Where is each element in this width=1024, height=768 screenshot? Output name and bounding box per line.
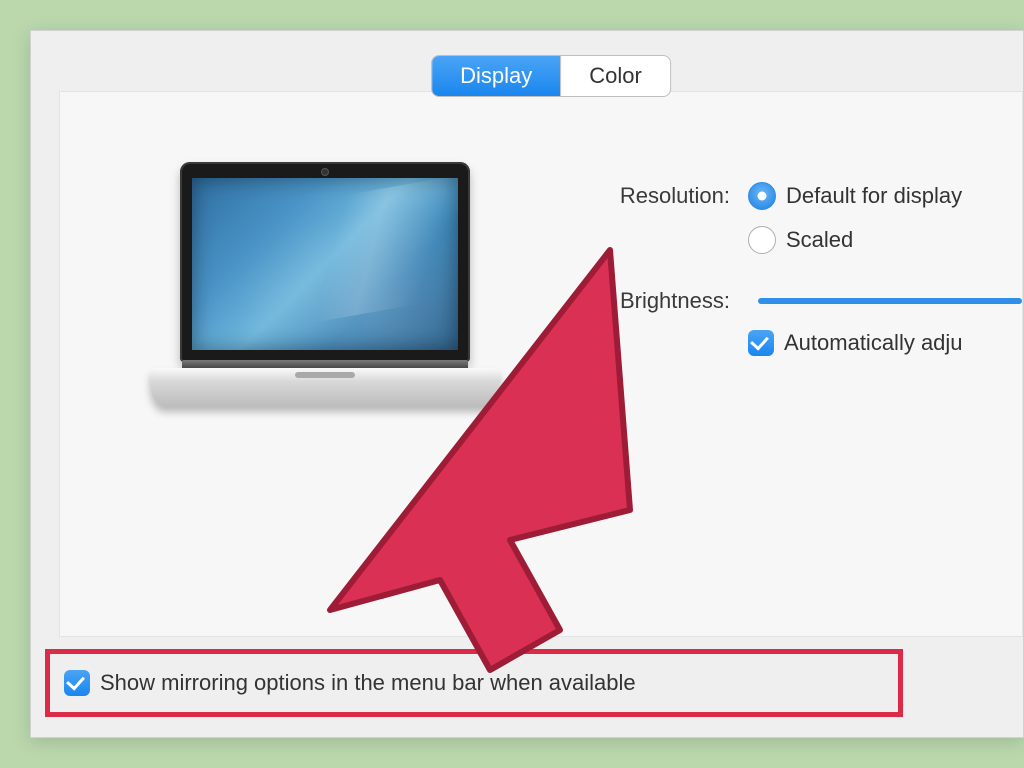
checkbox-show-mirroring[interactable] bbox=[64, 670, 90, 696]
brightness-slider[interactable] bbox=[758, 298, 1022, 304]
preferences-body-panel: Resolution: Default for display Scaled bbox=[59, 91, 1023, 637]
auto-brightness-row: Automatically adju bbox=[560, 330, 1022, 356]
brightness-row: Brightness: bbox=[560, 288, 1022, 314]
checkbox-auto-brightness-label: Automatically adju bbox=[784, 330, 963, 356]
radio-resolution-scaled-label: Scaled bbox=[786, 227, 853, 253]
display-preferences-window: Display Color Resolution: Defaul bbox=[30, 30, 1024, 738]
display-settings-form: Resolution: Default for display Scaled bbox=[560, 182, 1022, 372]
mirroring-option-highlight: Show mirroring options in the menu bar w… bbox=[45, 649, 903, 717]
radio-resolution-scaled[interactable] bbox=[748, 226, 776, 254]
radio-resolution-default[interactable] bbox=[748, 182, 776, 210]
resolution-scaled-row: Scaled bbox=[560, 226, 1022, 254]
checkbox-auto-brightness[interactable] bbox=[748, 330, 774, 356]
tabs-segmented-control: Display Color bbox=[431, 55, 671, 97]
tab-display[interactable]: Display bbox=[432, 56, 561, 96]
resolution-label: Resolution: bbox=[560, 183, 748, 209]
display-device-illustration bbox=[150, 162, 500, 422]
checkbox-show-mirroring-label: Show mirroring options in the menu bar w… bbox=[100, 670, 636, 696]
radio-resolution-default-label: Default for display bbox=[786, 183, 962, 209]
tab-color[interactable]: Color bbox=[561, 56, 670, 96]
brightness-label: Brightness: bbox=[560, 288, 748, 314]
resolution-row: Resolution: Default for display bbox=[560, 182, 1022, 210]
